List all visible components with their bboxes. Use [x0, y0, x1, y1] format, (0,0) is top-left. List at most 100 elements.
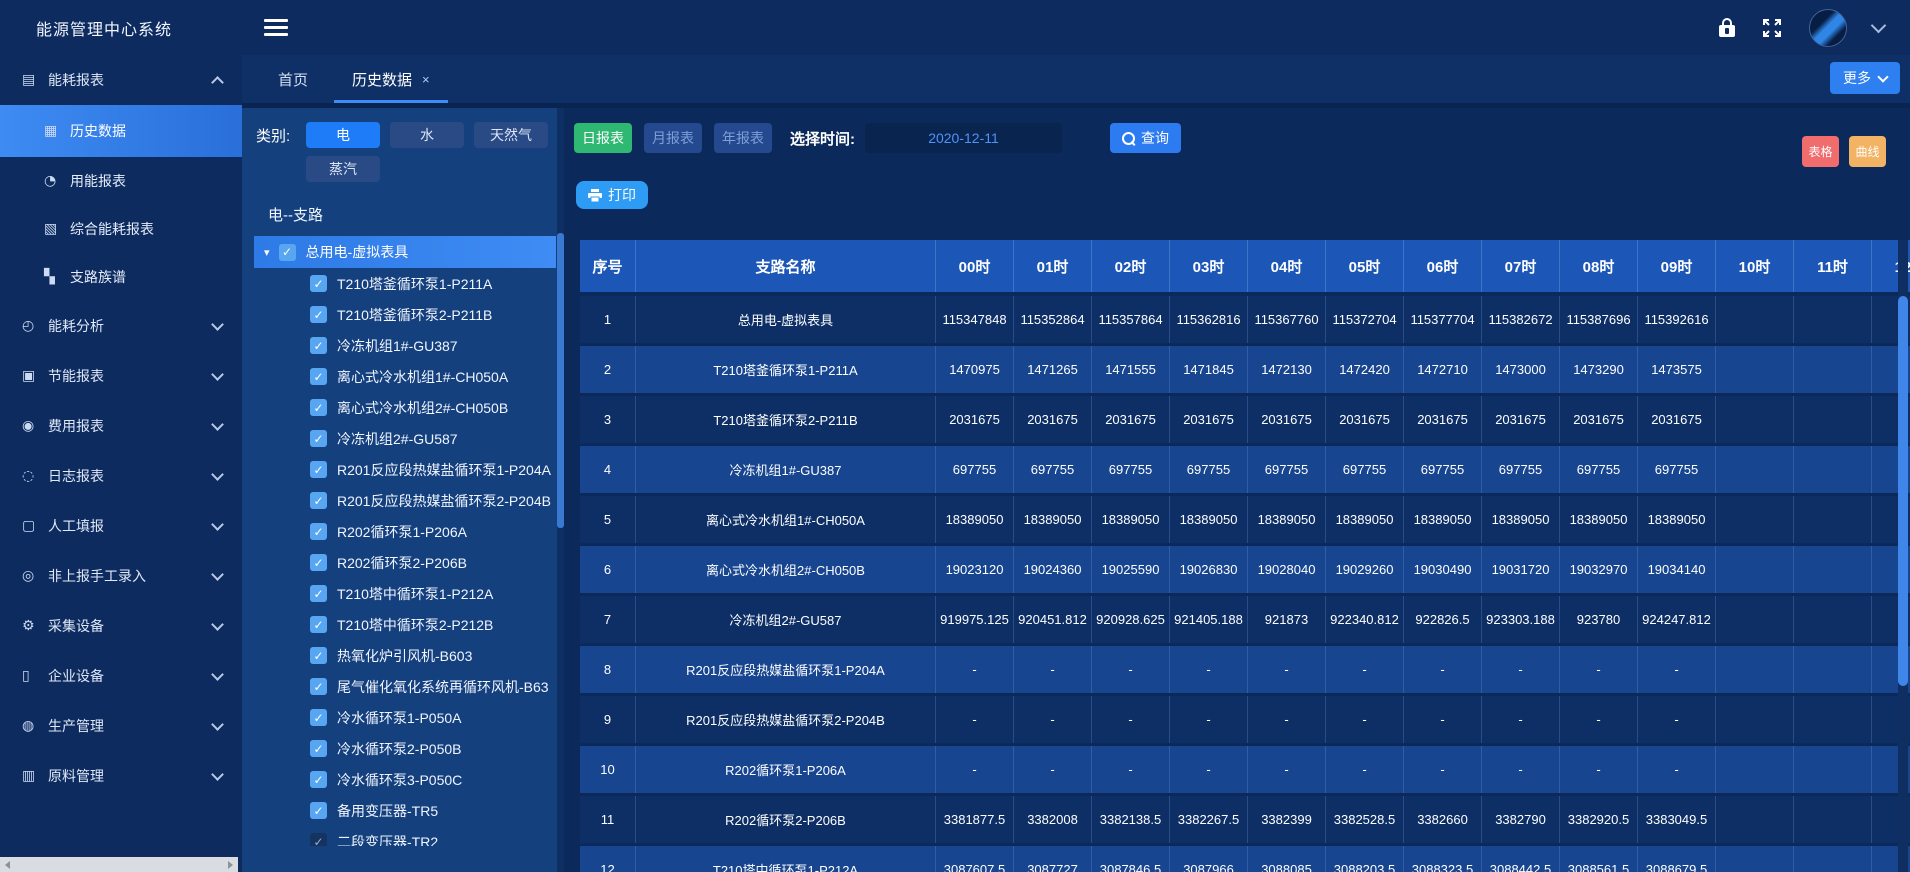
table-cell: 923303.188 — [1482, 596, 1560, 643]
tree-item[interactable]: ✓二段变压器-TR2 — [252, 826, 564, 846]
tree-item-label: 冷水循环泵3-P050C — [337, 770, 462, 790]
table-cell: 19025590 — [1092, 546, 1170, 593]
tree-item[interactable]: ✓R201反应段热媒盐循环泵1-P204A — [252, 454, 564, 485]
sidebar-item-label: 生产管理 — [48, 716, 104, 736]
tree-item[interactable]: ✓离心式冷水机组2#-CH050B — [252, 392, 564, 423]
scroll-right-arrow-icon[interactable] — [228, 861, 233, 869]
table-cell: 3087727 — [1014, 846, 1092, 872]
sidebar-item-energy-saving-report[interactable]: ▣节能报表 — [0, 351, 242, 401]
report-type-日报表[interactable]: 日报表 — [574, 123, 632, 153]
table-cell: - — [1248, 746, 1326, 793]
seq-cell: 11 — [580, 796, 636, 843]
checkbox-icon[interactable]: ✓ — [310, 554, 327, 571]
category-button-蒸汽[interactable]: 蒸汽 — [306, 156, 380, 182]
checkbox-icon[interactable]: ✓ — [279, 244, 296, 261]
sidebar-item-history-data[interactable]: ▦历史数据 — [0, 105, 242, 157]
horizontal-scrollbar[interactable] — [0, 857, 238, 872]
checkbox-icon[interactable]: ✓ — [310, 833, 327, 846]
log-report-icon: ◌ — [22, 468, 48, 484]
tree-scrollbar-thumb[interactable] — [557, 233, 564, 528]
tree-item[interactable]: ✓冷水循环泵1-P050A — [252, 702, 564, 733]
sidebar-item-energy-use-report[interactable]: ◔用能报表 — [0, 157, 242, 205]
sidebar-item-log-report[interactable]: ◌日志报表 — [0, 451, 242, 501]
checkbox-icon[interactable]: ✓ — [310, 430, 327, 447]
fullscreen-icon[interactable] — [1761, 17, 1783, 39]
table-scrollbar[interactable] — [1898, 240, 1908, 872]
tree-item[interactable]: ✓热氧化炉引风机-B603 — [252, 640, 564, 671]
category-button-水[interactable]: 水 — [390, 122, 464, 148]
tree-item[interactable]: ✓离心式冷水机组1#-CH050A — [252, 361, 564, 392]
sidebar-item-label: 能耗分析 — [48, 316, 104, 336]
category-button-电[interactable]: 电 — [306, 122, 380, 148]
table-scrollbar-thumb[interactable] — [1898, 296, 1908, 686]
print-button[interactable]: 打印 — [576, 181, 648, 209]
table-view-button[interactable]: 表格 — [1802, 136, 1839, 167]
caret-down-icon[interactable]: ▾ — [264, 246, 270, 259]
tree-scrollbar[interactable] — [557, 108, 564, 872]
search-icon — [1122, 132, 1135, 145]
date-input[interactable]: 2020-12-11 — [865, 123, 1062, 153]
close-tab-icon[interactable]: × — [422, 72, 430, 87]
sidebar-item-offline-manual-entry[interactable]: ◎非上报手工录入 — [0, 551, 242, 601]
table-cell: 3381877.5 — [936, 796, 1014, 843]
tree-item[interactable]: ✓T210塔釜循环泵1-P211A — [252, 268, 564, 299]
checkbox-icon[interactable]: ✓ — [310, 740, 327, 757]
user-avatar[interactable] — [1809, 9, 1847, 47]
tree-item[interactable]: ✓备用变压器-TR5 — [252, 795, 564, 826]
chevron-down-icon[interactable] — [1871, 18, 1887, 34]
tree-item[interactable]: ✓冷冻机组2#-GU587 — [252, 423, 564, 454]
tab-历史数据[interactable]: 历史数据× — [330, 55, 452, 103]
checkbox-icon[interactable]: ✓ — [310, 368, 327, 385]
sidebar-item-energy-analysis[interactable]: ◴能耗分析 — [0, 301, 242, 351]
query-button[interactable]: 查询 — [1110, 123, 1181, 153]
sidebar-item-enterprise-device[interactable]: ▯企业设备 — [0, 651, 242, 701]
sidebar-item-material-management[interactable]: ▥原料管理 — [0, 751, 242, 801]
checkbox-icon[interactable]: ✓ — [310, 492, 327, 509]
checkbox-icon[interactable]: ✓ — [310, 337, 327, 354]
tab-首页[interactable]: 首页 — [256, 55, 330, 103]
checkbox-icon[interactable]: ✓ — [310, 616, 327, 633]
checkbox-icon[interactable]: ✓ — [310, 461, 327, 478]
sidebar-item-production-management[interactable]: ◍生产管理 — [0, 701, 242, 751]
sidebar-item-collection-device[interactable]: ⚙采集设备 — [0, 601, 242, 651]
tree-item[interactable]: ✓T210塔中循环泵1-P212A — [252, 578, 564, 609]
enterprise-device-icon: ▯ — [22, 668, 48, 684]
tree-item[interactable]: ✓冷冻机组1#-GU387 — [252, 330, 564, 361]
checkbox-icon[interactable]: ✓ — [310, 709, 327, 726]
tree-item[interactable]: ✓R201反应段热媒盐循环泵2-P204B — [252, 485, 564, 516]
sidebar-item-cost-report[interactable]: ◉费用报表 — [0, 401, 242, 451]
sidebar-item-branch-genealogy[interactable]: ▚支路族谱 — [0, 253, 242, 301]
checkbox-icon[interactable]: ✓ — [310, 802, 327, 819]
branch-tree-panel: 类别: 电水天然气 蒸汽 电--支路 ▾ ✓ 总用电-虚拟表具 ✓T210塔釜循… — [242, 108, 564, 872]
sidebar-item-manual-fill[interactable]: ▢人工填报 — [0, 501, 242, 551]
report-type-年报表[interactable]: 年报表 — [714, 123, 772, 153]
table-cell: - — [1170, 696, 1248, 743]
hamburger-menu-icon[interactable] — [264, 19, 288, 36]
checkbox-icon[interactable]: ✓ — [310, 275, 327, 292]
checkbox-icon[interactable]: ✓ — [310, 523, 327, 540]
sidebar-item-energy-report[interactable]: ▤能耗报表 — [0, 55, 242, 105]
checkbox-icon[interactable]: ✓ — [310, 771, 327, 788]
tree-item[interactable]: ✓R202循环泵1-P206A — [252, 516, 564, 547]
tree-root-item[interactable]: ▾ ✓ 总用电-虚拟表具 — [254, 236, 556, 268]
table-cell: 1473575 — [1638, 346, 1716, 393]
category-button-天然气[interactable]: 天然气 — [474, 122, 548, 148]
tree-item[interactable]: ✓冷水循环泵2-P050B — [252, 733, 564, 764]
tree-item[interactable]: ✓T210塔釜循环泵2-P211B — [252, 299, 564, 330]
branch-name-cell: 总用电-虚拟表具 — [636, 296, 936, 343]
lock-icon[interactable] — [1719, 25, 1735, 37]
curve-view-button[interactable]: 曲线 — [1849, 136, 1886, 167]
scroll-left-arrow-icon[interactable] — [5, 861, 10, 869]
tree-item[interactable]: ✓T210塔中循环泵2-P212B — [252, 609, 564, 640]
tree-item[interactable]: ✓ 冷水循环泵3-P050C — [252, 764, 564, 795]
checkbox-icon[interactable]: ✓ — [310, 678, 327, 695]
more-button[interactable]: 更多 — [1830, 62, 1900, 94]
checkbox-icon[interactable]: ✓ — [310, 647, 327, 664]
tree-item[interactable]: ✓R202循环泵2-P206B — [252, 547, 564, 578]
checkbox-icon[interactable]: ✓ — [310, 585, 327, 602]
sidebar-item-comprehensive-energy-report[interactable]: ▧综合能耗报表 — [0, 205, 242, 253]
checkbox-icon[interactable]: ✓ — [310, 306, 327, 323]
tree-item[interactable]: ✓尾气催化氧化系统再循环风机-B63 — [252, 671, 564, 702]
checkbox-icon[interactable]: ✓ — [310, 399, 327, 416]
report-type-月报表[interactable]: 月报表 — [644, 123, 702, 153]
